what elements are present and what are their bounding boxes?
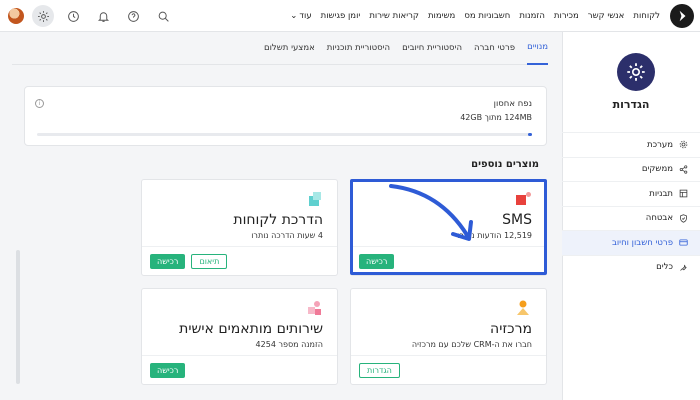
nav-calendar[interactable]: יומן פגישות [321, 11, 361, 21]
tab-plan-history[interactable]: היסטוריית תוכניות [327, 32, 390, 65]
sidebar-item-integrations[interactable]: ממשקים [562, 156, 700, 182]
template-icon [679, 189, 688, 198]
product-card-custom-services: שירותים מותאמים אישית הזמנה מספר 4254 רכ… [141, 288, 338, 385]
custom-services-icon [308, 301, 321, 315]
sidebar-item-label: אבטחה [645, 213, 673, 224]
card-actions: רכישה [150, 363, 186, 378]
settings-button[interactable] [32, 5, 54, 27]
product-card-training: הדרכת לקוחות 4 שעות הדרכה נותרו רכישה תי… [141, 179, 338, 276]
storage-progress-fill [528, 133, 532, 136]
annotation-arrow-icon [389, 184, 473, 241]
card-divider [142, 355, 337, 356]
card-icon [679, 239, 688, 246]
nav-more-label: עוד [299, 11, 312, 21]
section-title: מוצרים נוספים [471, 159, 539, 170]
tab-billing-history[interactable]: היסטוריית חיובים [402, 32, 462, 65]
help-icon [127, 10, 139, 22]
history-button[interactable] [62, 5, 84, 27]
gear-icon [679, 140, 688, 149]
share-icon [679, 165, 688, 174]
training-icon [309, 192, 321, 206]
settings-avatar [617, 53, 655, 91]
nav-customers[interactable]: לקוחות [633, 11, 660, 21]
buy-button[interactable]: רכישה [150, 363, 186, 378]
nav-contacts[interactable]: אנשי קשר [588, 11, 625, 21]
gear-icon [627, 63, 645, 81]
info-icon[interactable]: i [35, 99, 44, 108]
logo-arrow-icon [679, 10, 686, 22]
storage-title: נפח אחסון [493, 99, 532, 109]
main-nav: לקוחות אנשי קשר מכירות הזמנות חשבוניות מ… [290, 0, 660, 32]
card-actions: רכישה תיאום [150, 254, 228, 269]
sidebar-item-system[interactable]: מערכת [562, 132, 700, 157]
storage-value: 124MB מתוך 42GB [460, 113, 532, 122]
shield-icon [680, 214, 687, 223]
search-icon [158, 11, 169, 22]
tab-subscriptions[interactable]: מנויים [527, 32, 548, 65]
gear-icon [37, 10, 49, 22]
tools-icon [680, 264, 687, 271]
buy-button[interactable]: רכישה [359, 254, 395, 269]
sidebar-item-label: תבניות [649, 188, 673, 199]
sidebar-title: הגדרות [612, 98, 650, 111]
tab-payment-methods[interactable]: אמצעי תשלום [264, 32, 315, 65]
billing-tabs: מנויים פרטי חברה היסטוריית חיובים היסטור… [12, 32, 548, 65]
schedule-button[interactable]: תיאום [191, 254, 228, 269]
avatar[interactable] [8, 8, 24, 24]
sidebar-item-account-billing[interactable]: פרטי חשבון וחיוב [562, 230, 700, 255]
call-center-icon [517, 300, 529, 315]
nav-service-calls[interactable]: קריאות שירות [369, 11, 419, 21]
scrollbar[interactable] [16, 250, 20, 384]
card-actions: רכישה [359, 254, 395, 269]
card-subtitle: 4 שעות הדרכה נותרו [251, 231, 323, 240]
app-logo[interactable] [670, 4, 694, 28]
notifications-button[interactable] [92, 5, 114, 27]
clock-icon [67, 10, 79, 22]
sidebar-menu: מערכת ממשקים תבניות אבטחה פרטי חשבון וחי… [562, 132, 700, 279]
top-bar: לקוחות אנשי קשר מכירות הזמנות חשבוניות מ… [0, 0, 700, 32]
settings-button[interactable]: הגדרות [359, 363, 400, 378]
search-button[interactable] [152, 5, 174, 27]
card-title: SMS [502, 212, 532, 228]
settings-sidebar: הגדרות מערכת ממשקים תבניות אבטחה פרטי חש… [562, 32, 700, 400]
bell-icon [97, 11, 109, 22]
nav-tasks[interactable]: משימות [428, 11, 455, 21]
card-divider [142, 246, 337, 247]
card-title: הדרכת לקוחות [233, 212, 323, 228]
sidebar-item-label: מערכת [647, 139, 673, 150]
storage-card: נפח אחסון 124MB מתוך 42GB i [24, 86, 547, 146]
top-icons [8, 4, 174, 28]
chevron-down-icon: ⌄ [290, 11, 298, 21]
buy-button[interactable]: רכישה [150, 254, 186, 269]
card-subtitle: הזמנה מספר 4254 [255, 340, 323, 349]
sidebar-item-label: פרטי חשבון וחיוב [611, 237, 673, 248]
sidebar-item-label: כלים [656, 262, 673, 273]
sidebar-item-tools[interactable]: כלים [562, 254, 700, 280]
sidebar-item-label: ממשקים [641, 164, 673, 175]
product-card-call-center: מרכזיה חברו את ה-CRM שלכם עם מרכזיה הגדר… [350, 288, 547, 385]
sidebar-item-templates[interactable]: תבניות [562, 181, 700, 206]
nav-more[interactable]: עוד ⌄ [290, 11, 311, 21]
tab-company-details[interactable]: פרטי חברה [474, 32, 515, 65]
card-actions: הגדרות [359, 363, 400, 378]
card-subtitle: חברו את ה-CRM שלכם עם מרכזיה [411, 340, 532, 349]
card-title: מרכזיה [490, 321, 532, 337]
nav-orders[interactable]: הזמנות [519, 11, 545, 21]
card-divider [351, 355, 546, 356]
sidebar-item-security[interactable]: אבטחה [562, 205, 700, 231]
nav-sales[interactable]: מכירות [554, 11, 579, 21]
sms-icon [516, 192, 531, 205]
nav-invoices[interactable]: חשבוניות מס [464, 11, 510, 21]
storage-progress-bar [37, 133, 532, 136]
card-title: שירותים מותאמים אישית [179, 321, 323, 337]
help-button[interactable] [122, 5, 144, 27]
